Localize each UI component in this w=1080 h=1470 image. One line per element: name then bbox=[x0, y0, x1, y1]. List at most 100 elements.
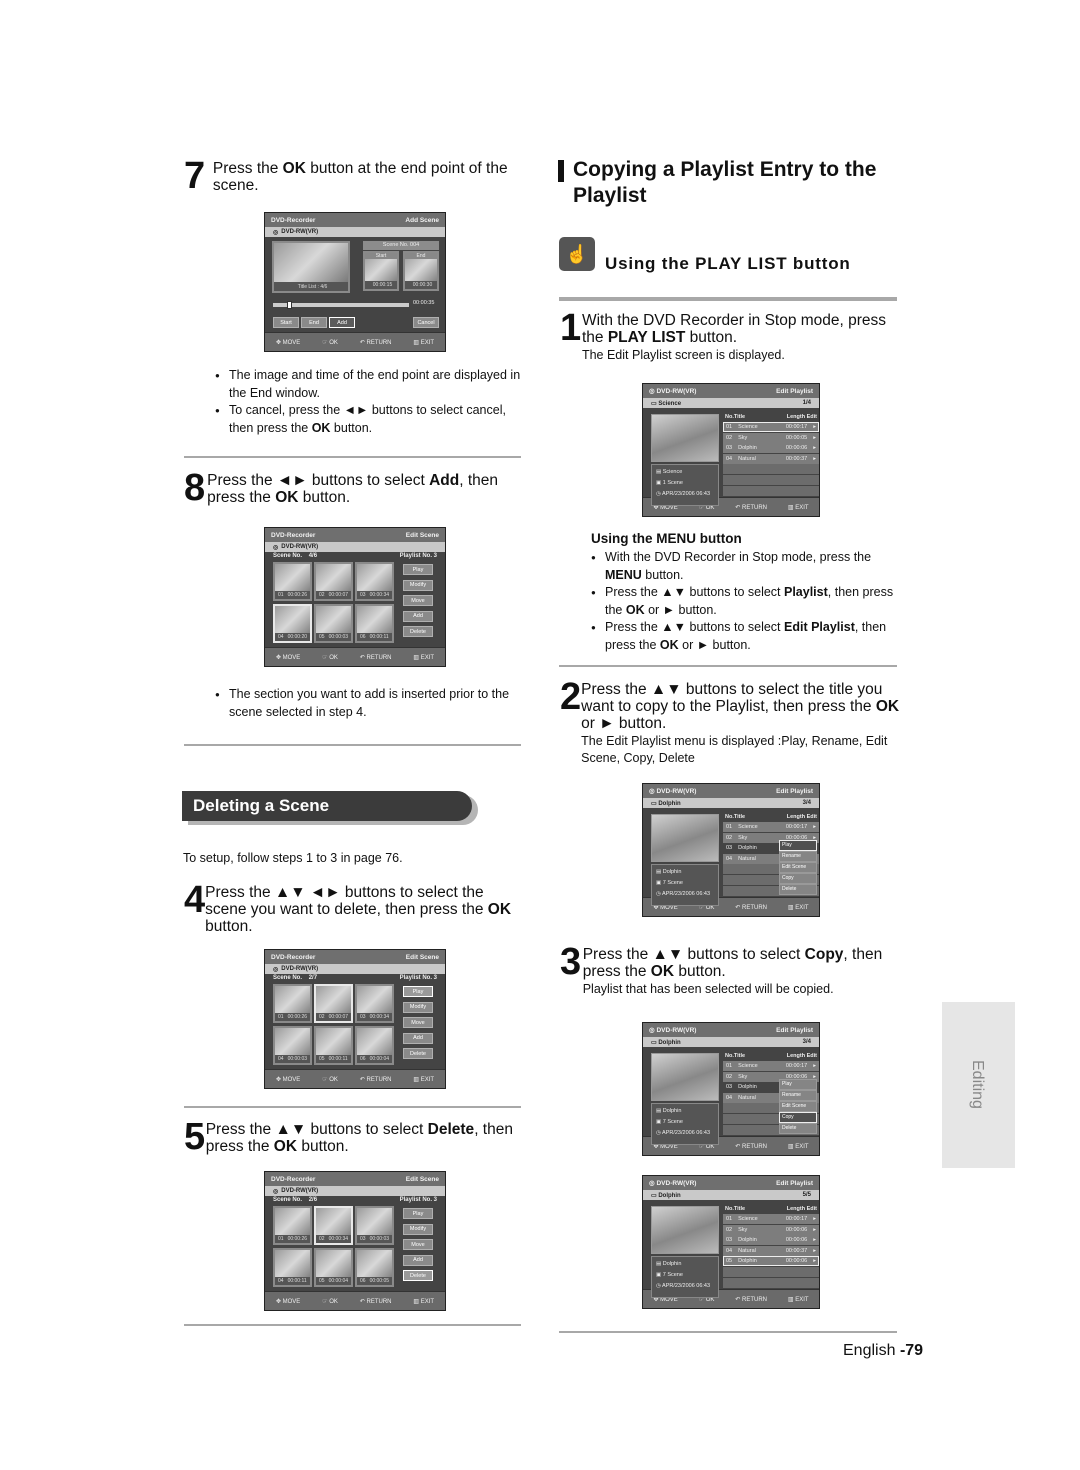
scene-thumbnail[interactable]: 01 00:00:26 bbox=[273, 562, 312, 601]
title-info-scenes: ▣ 7 Scene bbox=[656, 1119, 683, 1125]
add-button[interactable]: Add bbox=[329, 317, 355, 328]
scene-thumbnail[interactable]: 04 00:00:03 bbox=[273, 1026, 312, 1065]
title-info-scenes: ▣ 7 Scene bbox=[656, 1272, 683, 1278]
playlist-table: No. Title Length Edit 01 Science 00:00:17 ▸ 02 S… bbox=[723, 1204, 819, 1288]
table-row[interactable]: 01 Science 00:00:17 ▸ bbox=[723, 1061, 819, 1071]
scene-thumbnail[interactable]: 05 00:00:11 bbox=[314, 1026, 353, 1065]
page-title: Copying a Playlist Entry to the Playlist bbox=[573, 158, 877, 207]
delete-button[interactable]: Delete bbox=[403, 1048, 433, 1059]
scene-thumbnail[interactable]: 06 00:00:04 bbox=[355, 1026, 394, 1065]
scene-thumbnail[interactable]: 04 00:00:11 bbox=[273, 1248, 312, 1287]
title-info-date: ◷ APR/23/2006 06:43 bbox=[656, 1283, 711, 1289]
popup-item-edit-scene[interactable]: Edit Scene bbox=[779, 1101, 817, 1112]
move-button[interactable]: Move bbox=[403, 1017, 433, 1028]
osd-header-left: DVD-Recorder bbox=[271, 1175, 316, 1183]
play-button[interactable]: Play bbox=[403, 986, 433, 997]
scene-thumbnail[interactable]: 02 00:00:07 bbox=[314, 562, 353, 601]
popup-item-delete[interactable]: Delete bbox=[779, 884, 817, 895]
disc-label: ◎ DVD-RW(VR) bbox=[649, 1027, 697, 1034]
playlist-title: ▭ Science bbox=[651, 400, 682, 407]
modify-button[interactable]: Modify bbox=[403, 1001, 433, 1013]
table-row[interactable]: 01 Science 00:00:17 ▸ bbox=[723, 422, 819, 432]
step-4: 4 Press the ▲▼ ◄► buttons to select the … bbox=[184, 879, 512, 935]
end-button[interactable]: End bbox=[301, 317, 327, 328]
table-row[interactable]: 05 Dolphin 00:00:06 ▸ bbox=[723, 1256, 819, 1267]
play-arrow-icon: ▸ bbox=[813, 1216, 816, 1222]
scene-thumbnail[interactable]: 01 00:00:26 bbox=[273, 1206, 312, 1245]
modify-button[interactable]: Modify bbox=[403, 579, 433, 591]
add-button[interactable]: Add bbox=[403, 1032, 433, 1044]
page-footer: English -79 bbox=[843, 1342, 924, 1359]
table-row[interactable]: 02 Sky 00:00:06 ▸ bbox=[723, 1224, 819, 1235]
table-header: No. Title Length Edit bbox=[725, 814, 817, 820]
playlist-count: 3/4 bbox=[802, 800, 811, 806]
start-button[interactable]: Start bbox=[273, 317, 299, 328]
return-hint: ↶ RETURN bbox=[359, 1077, 392, 1083]
play-button[interactable]: Play bbox=[403, 564, 433, 575]
delete-button[interactable]: Delete bbox=[403, 1270, 433, 1281]
title-info-name: ▤ Dolphin bbox=[656, 1108, 682, 1114]
step8-notes: The section you want to add is inserted … bbox=[215, 686, 525, 721]
move-button[interactable]: Move bbox=[403, 1239, 433, 1250]
add-button[interactable]: Add bbox=[403, 1254, 433, 1266]
disc-label: DVD-RW(VR) bbox=[281, 544, 319, 550]
progress-track[interactable] bbox=[273, 301, 409, 309]
progress-handle[interactable] bbox=[287, 301, 293, 309]
step-8: 8 Press the ◄► buttons to select Add, th… bbox=[184, 467, 499, 509]
scene-thumbnail[interactable]: 03 00:00:34 bbox=[355, 562, 394, 601]
cancel-button[interactable]: Cancel bbox=[413, 317, 439, 328]
table-row[interactable]: 04 Natural 00:00:37 ▸ bbox=[723, 453, 819, 464]
table-row[interactable]: 03 Dolphin 00:00:06 ▸ bbox=[723, 443, 819, 454]
disc-icon: ◎ bbox=[273, 229, 279, 236]
add-button[interactable]: Add bbox=[403, 610, 433, 622]
title-info-date: ◷ APR/23/2006 06:43 bbox=[656, 491, 711, 497]
step-number: 1 bbox=[560, 307, 582, 349]
delete-button[interactable]: Delete bbox=[403, 626, 433, 637]
modify-button[interactable]: Modify bbox=[403, 1223, 433, 1235]
play-button[interactable]: Play bbox=[403, 1208, 433, 1219]
edit-scene-screen: DVD-Recorder Edit Scene ◎ DVD-RW(VR) Scene… bbox=[264, 1171, 446, 1311]
osd-header-right: Edit Scene bbox=[405, 531, 439, 539]
table-row[interactable]: 03 Dolphin 00:00:06 ▸ bbox=[723, 1235, 819, 1246]
popup-item-play[interactable]: Play bbox=[779, 840, 817, 851]
scene-thumbnail[interactable]: 06 00:00:05 bbox=[355, 1248, 394, 1287]
setup-note: To setup, follow steps 1 to 3 in page 76… bbox=[183, 851, 403, 865]
play-arrow-icon: ▸ bbox=[813, 824, 816, 830]
start-thumb: Start 00:00:15 bbox=[363, 251, 399, 291]
scene-thumbnail[interactable]: 02 00:00:07 bbox=[314, 984, 353, 1023]
chapter-tab: Editing bbox=[942, 1002, 1015, 1168]
step-2: 2 Press the ▲▼ buttons to select the tit… bbox=[560, 676, 900, 765]
playlist-count: 3/4 bbox=[802, 1039, 811, 1045]
table-row[interactable]: 02 Sky 00:00:05 ▸ bbox=[723, 432, 819, 443]
popup-item-copy[interactable]: Copy bbox=[779, 873, 817, 884]
step-number: 2 bbox=[560, 676, 582, 718]
table-row[interactable]: 01 Science 00:00:17 ▸ bbox=[723, 822, 819, 832]
scene-thumbnail[interactable]: 04 00:00:20 bbox=[273, 604, 312, 643]
scene-thumbnail[interactable]: 01 00:00:26 bbox=[273, 984, 312, 1023]
exit-hint: ▥ EXIT bbox=[413, 1077, 435, 1083]
table-row[interactable]: 01 Science 00:00:17 ▸ bbox=[723, 1214, 819, 1224]
osd-header-left: DVD-Recorder bbox=[271, 216, 316, 224]
scene-thumbnail[interactable]: 05 00:00:04 bbox=[314, 1248, 353, 1287]
table-row[interactable]: 04 Natural 00:00:37 ▸ bbox=[723, 1245, 819, 1256]
disc-label: ◎ DVD-RW(VR) bbox=[649, 788, 697, 795]
scene-thumbnail[interactable]: 05 00:00:03 bbox=[314, 604, 353, 643]
move-button[interactable]: Move bbox=[403, 595, 433, 606]
scene-thumbnail[interactable]: 03 00:00:34 bbox=[355, 984, 394, 1023]
popup-item-rename[interactable]: Rename bbox=[779, 1090, 817, 1101]
disc-label: ◎ DVD-RW(VR) bbox=[649, 388, 697, 395]
scene-thumbnail[interactable]: 03 00:00:03 bbox=[355, 1206, 394, 1245]
scene-no-label: Scene No. 2/7 bbox=[273, 975, 318, 981]
scene-thumbnail[interactable]: 02 00:00:34 bbox=[314, 1206, 353, 1245]
play-arrow-icon: ▸ bbox=[813, 434, 816, 441]
popup-item-rename[interactable]: Rename bbox=[779, 851, 817, 862]
step-3: 3 Press the ▲▼ buttons to select Copy, t… bbox=[560, 941, 883, 996]
popup-item-play[interactable]: Play bbox=[779, 1079, 817, 1090]
title-info: ▤ Science ▣ 1 Scene ◷ APR/23/2006 06:43 bbox=[651, 464, 719, 506]
return-hint: ↶ RETURN bbox=[359, 655, 392, 661]
return-hint: ↶ RETURN bbox=[735, 505, 767, 511]
popup-item-copy[interactable]: Copy bbox=[779, 1112, 817, 1123]
scene-thumbnail[interactable]: 06 00:00:11 bbox=[355, 604, 394, 643]
popup-item-delete[interactable]: Delete bbox=[779, 1123, 817, 1134]
popup-item-edit-scene[interactable]: Edit Scene bbox=[779, 862, 817, 873]
